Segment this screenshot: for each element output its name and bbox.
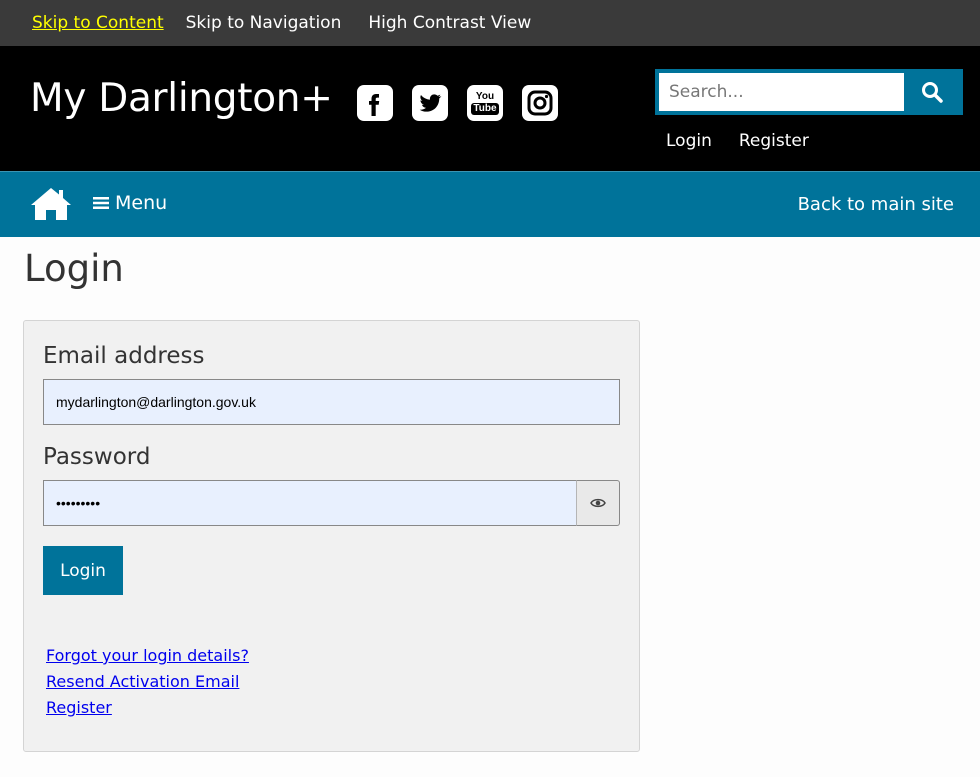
login-panel: Email address Password Login Forgot your… xyxy=(23,320,640,752)
email-field[interactable] xyxy=(43,379,620,425)
email-label: Email address xyxy=(43,343,205,369)
twitter-icon[interactable] xyxy=(412,85,448,121)
password-field[interactable] xyxy=(43,480,576,526)
skip-bar: Skip to Content Skip to Navigation High … xyxy=(0,0,980,46)
show-password-button[interactable] xyxy=(576,480,620,526)
resend-activation-link[interactable]: Resend Activation Email xyxy=(46,672,249,691)
forgot-login-link[interactable]: Forgot your login details? xyxy=(46,646,249,665)
password-label: Password xyxy=(43,444,151,470)
eye-icon xyxy=(590,498,606,508)
social-links: You Tube xyxy=(357,85,558,121)
facebook-icon[interactable] xyxy=(357,85,393,121)
back-to-main-site-link[interactable]: Back to main site xyxy=(798,194,954,215)
header-login-link[interactable]: Login xyxy=(666,131,712,151)
search-icon xyxy=(921,82,943,103)
main-navbar: Menu Back to main site xyxy=(0,171,980,237)
menu-label: Menu xyxy=(115,192,168,214)
page-title: Login xyxy=(24,247,124,290)
register-link[interactable]: Register xyxy=(46,698,249,717)
search-button[interactable] xyxy=(904,73,959,111)
high-contrast-link[interactable]: High Contrast View xyxy=(368,13,531,33)
login-button[interactable]: Login xyxy=(43,546,123,595)
skip-to-content-link[interactable]: Skip to Content xyxy=(32,13,164,33)
hamburger-icon xyxy=(93,197,109,209)
search-input[interactable] xyxy=(659,73,904,111)
account-links: Login Register xyxy=(666,131,809,151)
menu-button[interactable]: Menu xyxy=(93,192,167,214)
site-header: My Darlington+ You Tube Search... Login … xyxy=(0,46,980,171)
youtube-text-bottom: Tube xyxy=(471,102,499,115)
skip-to-navigation-link[interactable]: Skip to Navigation xyxy=(186,13,342,33)
site-title[interactable]: My Darlington+ xyxy=(30,76,333,121)
youtube-icon[interactable]: You Tube xyxy=(467,85,503,121)
home-icon[interactable] xyxy=(30,186,72,226)
login-help-links: Forgot your login details? Resend Activa… xyxy=(46,646,249,717)
instagram-icon[interactable] xyxy=(522,85,558,121)
youtube-text-top: You xyxy=(475,90,495,102)
search-form xyxy=(655,69,963,115)
header-register-link[interactable]: Register xyxy=(739,131,809,151)
password-group xyxy=(43,480,620,526)
